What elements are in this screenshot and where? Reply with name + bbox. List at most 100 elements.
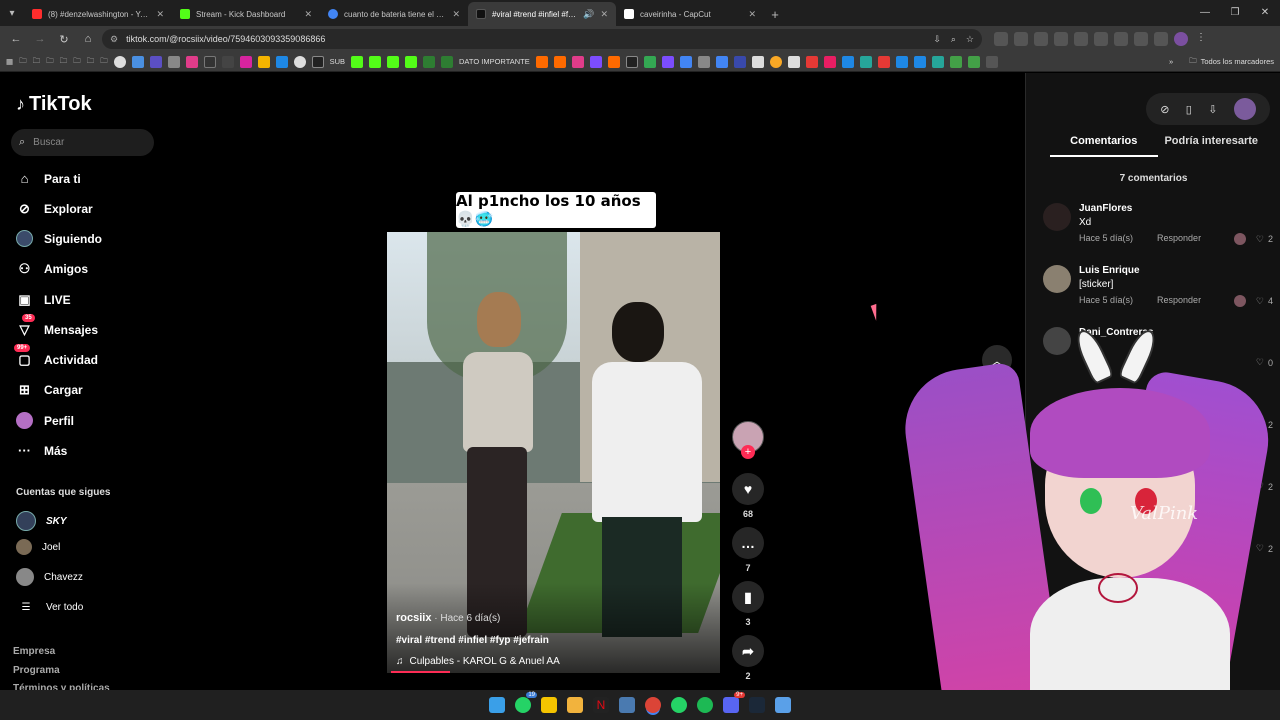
bookmark-icon[interactable] (405, 55, 418, 68)
instagram-icon[interactable] (239, 55, 252, 68)
following-account[interactable]: Chavezz (16, 568, 83, 586)
extension-icon[interactable] (1014, 32, 1028, 46)
bookmark-icon[interactable] (805, 55, 818, 68)
kick-icon[interactable] (387, 55, 400, 68)
video-player[interactable]: rocsiix · Hace 6 día(s) #viral #trend #i… (387, 232, 720, 673)
tab-search-button[interactable]: ▾ (0, 0, 24, 26)
bookmark-icon[interactable] (625, 55, 638, 68)
bookmark-icon[interactable] (841, 55, 854, 68)
sidebar-item-amigos[interactable]: ⚇ Amigos (16, 260, 88, 277)
app-icon[interactable] (619, 697, 635, 713)
folder-icon[interactable]: 🗀 (73, 55, 81, 68)
drive-icon[interactable] (257, 55, 270, 68)
bookmark-icon[interactable] (167, 55, 180, 68)
more-bookmarks-icon[interactable]: » (1169, 57, 1173, 66)
search-input[interactable]: ⌕ Buscar (11, 129, 154, 156)
bookmark-icon[interactable] (913, 55, 926, 68)
url-input[interactable]: ⚙ tiktok.com/@rocsiix/video/759460309335… (102, 29, 982, 49)
bookmark-icon[interactable] (751, 55, 764, 68)
bookmark-icon[interactable] (679, 55, 692, 68)
following-account[interactable]: SKY (16, 511, 67, 531)
footer-link[interactable]: Programa (13, 665, 60, 676)
home-browser-icon[interactable]: ⌂ (78, 29, 98, 49)
forward-icon[interactable]: → (30, 29, 50, 49)
bookmark-icon[interactable] (203, 55, 216, 68)
bookmark-icon[interactable] (787, 55, 800, 68)
bookmark-icon[interactable] (553, 55, 566, 68)
bookmark-icon[interactable] (221, 55, 234, 68)
minimize-icon[interactable]: — (1190, 0, 1220, 24)
close-icon[interactable]: ✕ (452, 9, 460, 20)
sidebar-item-actividad[interactable]: ▢ 99+ Actividad (14, 344, 98, 368)
bookmark-icon[interactable] (369, 55, 382, 68)
heart-outline-icon[interactable]: ♡ (1256, 234, 1264, 245)
spotify-icon[interactable] (697, 697, 713, 713)
download-icon[interactable]: ⇩ (1208, 103, 1217, 116)
reply-button[interactable]: Responder (1157, 233, 1201, 243)
tab-podria-interesarte[interactable]: Podría interesarte (1158, 135, 1266, 157)
steam-icon[interactable] (749, 697, 765, 713)
video-progress-bar[interactable] (391, 671, 450, 673)
bookmark-icon[interactable] (877, 55, 890, 68)
star-icon[interactable]: ☆ (966, 34, 974, 45)
compass-icon[interactable]: ⊘ (1160, 103, 1169, 116)
share-button[interactable]: ➦ 2 (730, 635, 766, 681)
reply-button[interactable]: Responder (1157, 295, 1201, 305)
bookmark-icon[interactable] (733, 55, 746, 68)
video-music[interactable]: ♫ Culpables - KAROL G & Anuel AA (396, 656, 560, 667)
bookmark-icon[interactable] (275, 55, 288, 68)
chrome-icon[interactable] (645, 697, 661, 713)
bookmark-icon[interactable] (311, 55, 324, 68)
apps-icon[interactable]: ▦ (6, 57, 13, 66)
user-avatar[interactable] (1233, 98, 1256, 120)
browser-tab[interactable]: Stream - Kick Dashboard ✕ (172, 2, 320, 26)
bookmark-icon[interactable] (823, 55, 836, 68)
heart-outline-icon[interactable]: ♡ (1256, 296, 1264, 307)
save-button[interactable]: ▮ 3 (730, 581, 766, 627)
bookmark-icon[interactable] (949, 55, 962, 68)
whatsapp-icon[interactable] (671, 697, 687, 713)
bookmark-icon[interactable] (985, 55, 998, 68)
extension-icon[interactable] (1114, 32, 1128, 46)
extension-icon[interactable] (1154, 32, 1168, 46)
bookmark-icon[interactable] (715, 55, 728, 68)
back-icon[interactable]: ← (6, 29, 26, 49)
bookmark-icon[interactable] (113, 55, 126, 68)
video-author[interactable]: rocsiix · Hace 6 día(s) (396, 612, 500, 624)
install-icon[interactable]: ⇩ (933, 34, 941, 45)
netflix-icon[interactable]: N (593, 697, 609, 713)
comment-button[interactable]: … 7 (730, 527, 766, 573)
avatar[interactable] (1043, 203, 1071, 231)
extension-icon[interactable] (1134, 32, 1148, 46)
extension-icon[interactable] (994, 32, 1008, 46)
browser-tab[interactable]: cuanto de bateria tiene el samsung✕ (320, 2, 468, 26)
new-tab-button[interactable]: + (764, 2, 786, 26)
notepad-icon[interactable] (775, 697, 791, 713)
tab-comentarios[interactable]: Comentarios (1050, 135, 1158, 157)
sidebar-item-siguiendo[interactable]: Siguiendo (16, 230, 102, 247)
folder-icon[interactable]: 🗀 (33, 55, 41, 68)
folder-icon[interactable]: 🗀 (100, 55, 108, 68)
maximize-icon[interactable]: ❐ (1220, 0, 1250, 24)
bookmark-icon[interactable] (423, 55, 436, 68)
discord-icon[interactable]: 9+ (723, 692, 745, 713)
video-hashtags[interactable]: #viral #trend #infiel #fyp #jefrain (396, 635, 549, 646)
site-info-icon[interactable]: ⚙ (110, 34, 118, 45)
bookmark-icon[interactable] (967, 55, 980, 68)
bookmark-icon[interactable] (441, 55, 454, 68)
bookmark-icon[interactable] (535, 55, 548, 68)
bookmark-icon[interactable] (149, 55, 162, 68)
bookmark-icon[interactable] (859, 55, 872, 68)
close-window-icon[interactable]: ✕ (1250, 0, 1280, 24)
browser-tab[interactable]: (8) #denzelwashington - YouTube✕ (24, 2, 172, 26)
close-icon[interactable]: ✕ (748, 9, 756, 20)
profile-avatar-icon[interactable] (1174, 32, 1188, 46)
bookmark-icon[interactable] (769, 55, 782, 68)
bookmark-icon[interactable] (643, 55, 656, 68)
sidebar-item-perfil[interactable]: Perfil (16, 412, 74, 429)
like-button[interactable]: ♥ 68 (730, 473, 766, 519)
zoom-icon[interactable]: ⌕ (951, 34, 956, 45)
following-account[interactable]: Joel (16, 539, 60, 555)
close-icon[interactable]: ✕ (600, 9, 608, 20)
bookmark-icon[interactable] (931, 55, 944, 68)
